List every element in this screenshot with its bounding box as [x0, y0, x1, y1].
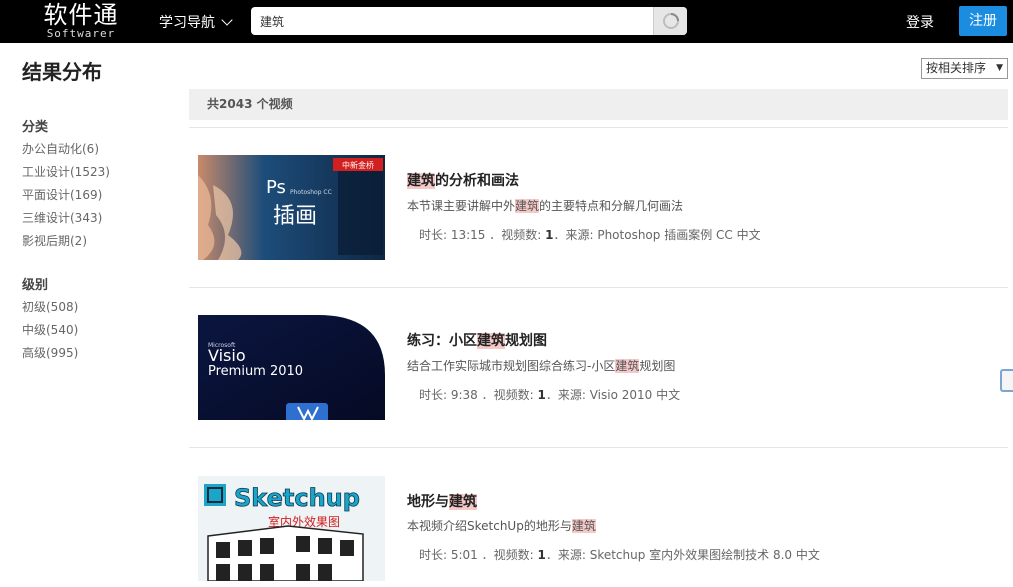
facet-item-beginner[interactable]: 初级(508)	[22, 296, 78, 319]
result-title[interactable]: 地形与建筑	[407, 491, 477, 511]
facet-item-intermediate[interactable]: 中级(540)	[22, 319, 78, 342]
result-item: Microsoft Visio Premium 2010 练习：小区建筑规划图 …	[198, 315, 1008, 425]
divider	[189, 127, 1008, 128]
facet-item-video[interactable]: 影视后期(2)	[22, 230, 110, 253]
search-input[interactable]	[251, 7, 651, 35]
search-button[interactable]	[653, 7, 687, 35]
dropdown-arrow-icon: ▼	[996, 63, 1003, 73]
thumb-ps-sub: Photoshop CC	[290, 189, 332, 196]
meta-source: ．来源: Visio 2010 中文	[545, 388, 681, 402]
result-thumbnail[interactable]: Microsoft Visio Premium 2010	[198, 315, 385, 420]
result-description: 本视频介绍SketchUp的地形与建筑	[407, 517, 596, 534]
logo-text-en: Softwarer	[46, 27, 116, 40]
desc-text: 规划图	[639, 359, 676, 373]
facet-title: 分类	[22, 120, 49, 135]
meta-source: ．来源: Sketchup 室内外效果图绘制技术 8.0 中文	[545, 548, 820, 562]
result-title[interactable]: 练习：小区建筑规划图	[407, 330, 547, 350]
learning-nav-menu[interactable]: 学习导航	[159, 12, 233, 32]
meta-duration: 时长: 5:01 ．视频数:	[419, 548, 538, 562]
title-highlight: 建筑	[407, 173, 435, 189]
result-description: 结合工作实际城市规划图综合练习-小区建筑规划图	[407, 357, 675, 374]
meta-source: ．来源: Photoshop 插画案例 CC 中文	[553, 228, 761, 242]
facet-item-graphic[interactable]: 平面设计(169)	[22, 184, 110, 207]
facet-category: 分类 办公自动化(6) 工业设计(1523) 平面设计(169) 三维设计(34…	[22, 116, 110, 253]
facet-title: 级别	[22, 278, 49, 293]
meta-duration: 时长: 9:38 ．视频数:	[419, 388, 538, 402]
thumb-premium-text: Premium 2010	[208, 364, 303, 379]
title-text: 的分析和画法	[435, 173, 519, 189]
facet-item-3d[interactable]: 三维设计(343)	[22, 207, 110, 230]
chevron-down-icon	[221, 14, 233, 26]
results-count: 2043	[219, 97, 253, 111]
divider	[189, 447, 1008, 448]
meta-duration: 时长: 13:15 ．视频数:	[419, 228, 546, 242]
facet-item-advanced[interactable]: 高级(995)	[22, 342, 78, 365]
thumb-ps-text: Ps	[266, 177, 286, 198]
result-meta: 时长: 13:15 ．视频数: 1．来源: Photoshop 插画案例 CC …	[419, 226, 761, 243]
result-item: 中新金桥 Ps Photoshop CC 插画 建筑的分析和画法 本节课主要讲解…	[198, 155, 1008, 265]
desc-highlight: 建筑	[615, 359, 640, 373]
site-logo[interactable]: 软件通 Softwarer	[36, 2, 126, 42]
side-feedback-tab[interactable]	[1000, 369, 1013, 392]
thumb-sketchup-text: Sketchup	[234, 484, 360, 512]
facet-level: 级别 初级(508) 中级(540) 高级(995)	[22, 274, 78, 365]
facet-item-office[interactable]: 办公自动化(6)	[22, 138, 110, 161]
thumb-title: 插画	[273, 204, 317, 229]
result-thumbnail[interactable]: 中新金桥 Ps Photoshop CC 插画	[198, 155, 385, 260]
result-item: Sketchup 室内外效果图 地形与建筑 本视频介绍SketchUp的地形与建…	[198, 476, 1008, 587]
visio-cover-image: Microsoft Visio Premium 2010	[198, 315, 385, 420]
photoshop-cover-image: 中新金桥 Ps Photoshop CC 插画	[198, 155, 385, 260]
desc-text: 的主要特点和分解几何画法	[539, 199, 684, 213]
title-text: 规划图	[505, 333, 547, 349]
sort-select[interactable]: 按相关排序 ▼	[921, 58, 1008, 79]
title-text: 练习：小区	[407, 333, 477, 349]
learning-nav-label: 学习导航	[159, 15, 215, 31]
thumb-visio-text: Visio	[208, 346, 246, 365]
result-meta: 时长: 9:38 ．视频数: 1．来源: Visio 2010 中文	[419, 386, 680, 403]
desc-text: 本视频介绍SketchUp的地形与	[407, 519, 572, 533]
logo-text-cn: 软件通	[43, 1, 119, 29]
results-count-prefix: 共	[207, 97, 220, 111]
desc-highlight: 建筑	[515, 199, 540, 213]
sort-selected-value: 按相关排序	[926, 61, 987, 75]
desc-highlight: 建筑	[571, 519, 596, 533]
top-bar: 软件通 Softwarer 学习导航 登录 注册	[0, 0, 1013, 43]
result-meta: 时长: 5:01 ．视频数: 1．来源: Sketchup 室内外效果图绘制技术…	[419, 546, 820, 563]
thumb-brand: 中新金桥	[342, 160, 374, 170]
login-button[interactable]: 登录	[896, 10, 944, 36]
desc-text: 结合工作实际城市规划图综合练习-小区	[407, 359, 616, 373]
result-description: 本节课主要讲解中外建筑的主要特点和分解几何画法	[407, 197, 683, 214]
title-text: 地形与	[407, 494, 449, 510]
results-count-suffix: 个视频	[252, 97, 293, 111]
result-title[interactable]: 建筑的分析和画法	[407, 170, 519, 190]
meta-video-count: 1	[537, 548, 546, 562]
divider	[189, 287, 1008, 288]
sketchup-cover-image: Sketchup 室内外效果图	[198, 476, 385, 581]
loading-spinner-icon	[662, 13, 679, 29]
result-thumbnail[interactable]: Sketchup 室内外效果图	[198, 476, 385, 581]
title-highlight: 建筑	[477, 333, 505, 349]
title-highlight: 建筑	[449, 494, 477, 510]
results-count-bar: 共2043 个视频	[189, 89, 1008, 120]
page-title: 结果分布	[22, 60, 102, 84]
meta-video-count: 1	[537, 388, 546, 402]
register-button[interactable]: 注册	[959, 6, 1007, 36]
facet-item-industrial[interactable]: 工业设计(1523)	[22, 161, 110, 184]
search-box	[251, 7, 687, 35]
desc-text: 本节课主要讲解中外	[407, 199, 516, 213]
